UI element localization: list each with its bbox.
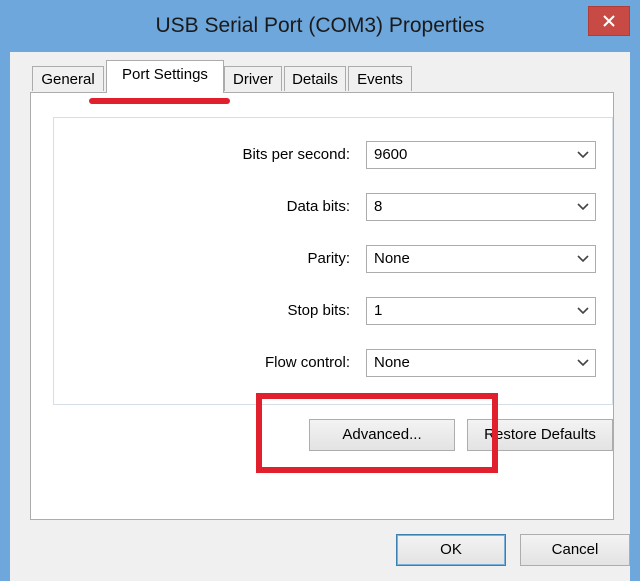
- chevron-down-icon: [577, 255, 589, 263]
- dialog-client-area: General Port Settings Driver Details Eve…: [10, 52, 630, 581]
- data-bits-label: Data bits:: [286, 198, 350, 215]
- stop-bits-label: Stop bits:: [287, 302, 350, 319]
- ok-button[interactable]: OK: [396, 534, 506, 566]
- parity-label: Parity:: [307, 250, 350, 267]
- title-bar[interactable]: USB Serial Port (COM3) Properties: [0, 0, 640, 52]
- tab-port-settings[interactable]: Port Settings: [106, 60, 224, 93]
- chevron-down-icon: [577, 307, 589, 315]
- annotation-underline: [89, 98, 230, 104]
- annotation-highlight-box: [256, 393, 498, 473]
- tab-events[interactable]: Events: [348, 66, 412, 91]
- properties-dialog: USB Serial Port (COM3) Properties Genera…: [0, 0, 640, 581]
- stop-bits-value: 1: [374, 302, 383, 319]
- close-button[interactable]: [588, 6, 630, 36]
- chevron-down-icon: [577, 203, 589, 211]
- chevron-down-icon: [577, 151, 589, 159]
- tab-details[interactable]: Details: [284, 66, 346, 91]
- stop-bits-select[interactable]: 1: [366, 297, 596, 325]
- flow-control-label: Flow control:: [264, 354, 350, 371]
- bits-per-second-label: Bits per second:: [242, 146, 350, 163]
- close-icon: [603, 15, 615, 27]
- bits-per-second-select[interactable]: 9600: [366, 141, 596, 169]
- flow-control-value: None: [374, 354, 410, 371]
- data-bits-select[interactable]: 8: [366, 193, 596, 221]
- parity-select[interactable]: None: [366, 245, 596, 273]
- flow-control-select[interactable]: None: [366, 349, 596, 377]
- bits-per-second-value: 9600: [374, 146, 408, 163]
- tab-driver[interactable]: Driver: [224, 66, 282, 91]
- settings-group: Bits per second: 9600 Data bits: 8 Parit…: [53, 117, 613, 405]
- chevron-down-icon: [577, 359, 589, 367]
- window-title: USB Serial Port (COM3) Properties: [155, 14, 485, 37]
- data-bits-value: 8: [374, 198, 383, 215]
- cancel-button[interactable]: Cancel: [520, 534, 630, 566]
- parity-value: None: [374, 250, 410, 267]
- tab-general[interactable]: General: [32, 66, 104, 91]
